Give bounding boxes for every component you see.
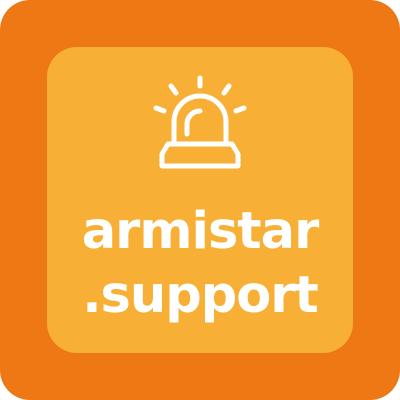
brand-name-line1: armistar [81,202,320,261]
alarm-siren-icon [153,75,247,169]
brand-name-line2: .support [82,266,319,325]
